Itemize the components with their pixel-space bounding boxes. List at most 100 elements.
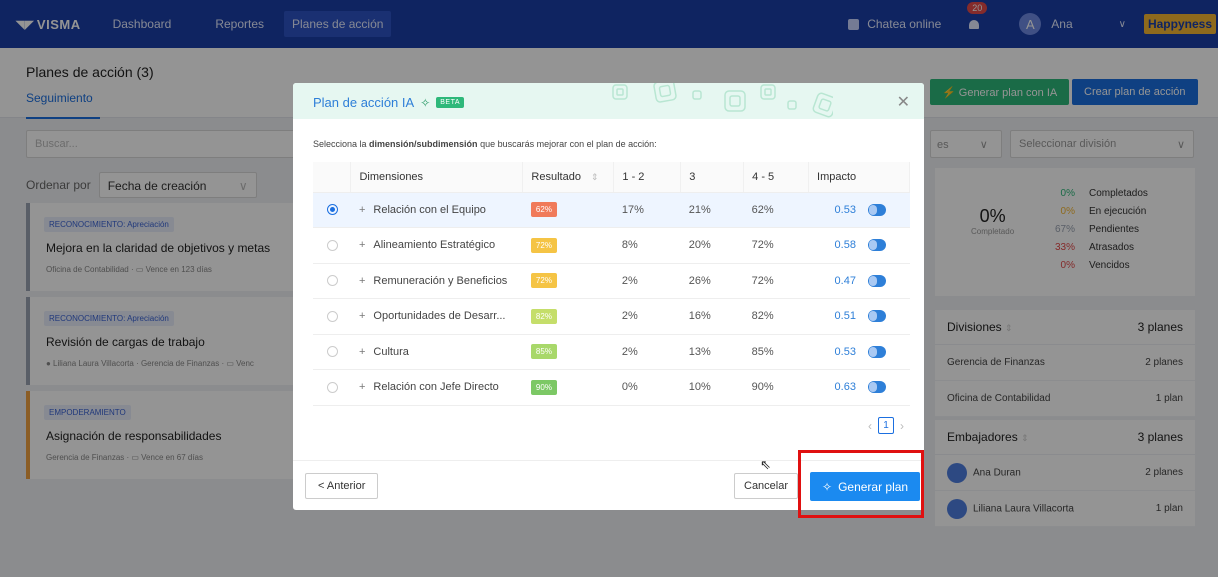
pct-4-5: 62% bbox=[743, 192, 809, 228]
impact-value: 0.51 bbox=[834, 310, 856, 323]
dimension-name: Oportunidades de Desarr... bbox=[373, 310, 506, 323]
impact-cell: 0.58 bbox=[808, 227, 910, 264]
expand-icon[interactable]: + bbox=[359, 204, 365, 216]
pct-3: 21% bbox=[680, 192, 744, 228]
modal-instruction: Selecciona la dimensión/subdimensión que… bbox=[313, 139, 657, 149]
result-cell: 82% bbox=[522, 298, 614, 335]
cancel-button[interactable]: Cancelar bbox=[734, 473, 799, 499]
impact-icon bbox=[867, 274, 886, 287]
result-badge: 85% bbox=[530, 344, 557, 360]
pct-1-2: 8% bbox=[613, 227, 681, 264]
dimension-cell: + Relación con Jefe Directo bbox=[350, 369, 523, 406]
sort-icon: ⇕ bbox=[590, 171, 599, 182]
expand-icon[interactable]: + bbox=[359, 346, 365, 358]
modal-title-text: Plan de acción IA bbox=[313, 95, 415, 110]
pct-3: 13% bbox=[680, 334, 744, 370]
dimensions-table: Dimensiones Resultado ⇕ 1 - 2 3 4 - 5 Imp… bbox=[313, 162, 910, 406]
column-header-resultado[interactable]: Resultado ⇕ bbox=[522, 162, 615, 193]
impact-cell: 0.53 bbox=[808, 192, 910, 228]
dimension-name: Cultura bbox=[373, 345, 409, 358]
ai-plan-modal: Plan de acción IA ✧ BETA ✕ Selecciona la… bbox=[293, 83, 924, 510]
dimension-cell: + Relación con el Equipo bbox=[350, 192, 523, 228]
dimension-cell: + Cultura bbox=[350, 334, 523, 370]
instruction-bold: dimensión/subdimensión bbox=[369, 139, 478, 149]
row-select-cell bbox=[313, 263, 351, 299]
impact-icon bbox=[867, 310, 886, 323]
dimension-cell: + Remuneración y Beneficios bbox=[350, 263, 523, 299]
highlight-box bbox=[798, 450, 924, 518]
expand-icon[interactable]: + bbox=[359, 310, 365, 322]
pct-1-2: 17% bbox=[613, 192, 681, 228]
impact-cell: 0.53 bbox=[808, 334, 910, 370]
dimension-name: Alineamiento Estratégico bbox=[373, 239, 496, 252]
impact-cell: 0.51 bbox=[808, 298, 910, 335]
result-cell: 72% bbox=[522, 263, 614, 299]
result-cell: 72% bbox=[522, 227, 614, 264]
table-row[interactable]: + Oportunidades de Desarr... 82% 2% 16% 82% 0.… bbox=[313, 298, 910, 335]
result-cell: 90% bbox=[522, 369, 614, 406]
column-header: 1 - 2 bbox=[613, 162, 682, 193]
impact-value: 0.47 bbox=[834, 274, 856, 287]
dimension-radio[interactable] bbox=[327, 310, 338, 322]
result-cell: 85% bbox=[522, 334, 614, 370]
pct-4-5: 72% bbox=[743, 263, 809, 299]
pct-4-5: 85% bbox=[743, 334, 809, 370]
impact-icon bbox=[867, 381, 886, 394]
table-row[interactable]: + Alineamiento Estratégico 72% 8% 20% 72% 0.58 bbox=[313, 227, 910, 264]
expand-icon[interactable]: + bbox=[359, 239, 365, 251]
table-row[interactable]: + Relación con Jefe Directo 90% 0% 10% 90% 0.6… bbox=[313, 369, 910, 406]
table-row[interactable]: + Relación con el Equipo 62% 17% 21% 62% 0.53 bbox=[313, 192, 910, 228]
result-badge: 72% bbox=[530, 237, 557, 253]
dimension-radio[interactable] bbox=[327, 381, 338, 393]
previous-button[interactable]: < Anterior bbox=[305, 473, 379, 499]
table-row[interactable]: + Cultura 85% 2% 13% 85% 0.53 bbox=[313, 334, 910, 370]
select-column-header bbox=[313, 162, 352, 193]
impact-value: 0.53 bbox=[834, 345, 856, 358]
next-page-icon[interactable]: › bbox=[900, 419, 904, 433]
magic-wand-icon: ✧ bbox=[420, 95, 431, 110]
pct-4-5: 90% bbox=[743, 369, 809, 406]
dimension-cell: + Oportunidades de Desarr... bbox=[350, 298, 523, 335]
dimension-radio[interactable] bbox=[327, 346, 338, 358]
row-select-cell bbox=[313, 334, 351, 370]
impact-icon bbox=[867, 345, 886, 358]
dimension-radio[interactable] bbox=[327, 239, 338, 251]
prev-page-icon[interactable]: ‹ bbox=[868, 419, 872, 433]
table-header-row: Dimensiones Resultado ⇕ 1 - 2 3 4 - 5 Imp… bbox=[313, 162, 910, 193]
impact-cell: 0.63 bbox=[808, 369, 910, 406]
row-select-cell bbox=[313, 192, 351, 228]
pct-1-2: 2% bbox=[613, 334, 681, 370]
dimension-radio[interactable] bbox=[327, 204, 338, 216]
beta-badge: BETA bbox=[436, 97, 465, 108]
pagination: ‹ 1 › bbox=[868, 417, 904, 434]
close-icon[interactable]: ✕ bbox=[897, 92, 910, 112]
column-header: 3 bbox=[680, 162, 745, 193]
result-badge: 62% bbox=[530, 202, 557, 218]
instruction-text: que buscarás mejorar con el plan de acci… bbox=[477, 139, 657, 149]
result-badge: 82% bbox=[530, 308, 557, 324]
impact-icon bbox=[867, 239, 886, 252]
row-select-cell bbox=[313, 227, 351, 264]
pct-1-2: 0% bbox=[613, 369, 681, 406]
pct-3: 20% bbox=[680, 227, 744, 264]
pct-1-2: 2% bbox=[613, 263, 681, 299]
pct-3: 16% bbox=[680, 298, 744, 335]
modal-title: Plan de acción IA ✧ BETA bbox=[313, 95, 465, 110]
column-header: Impacto bbox=[808, 162, 910, 193]
result-badge: 72% bbox=[530, 273, 557, 289]
row-select-cell bbox=[313, 369, 351, 406]
result-cell: 62% bbox=[522, 192, 614, 228]
dimension-name: Relación con el Equipo bbox=[373, 203, 486, 216]
dimension-cell: + Alineamiento Estratégico bbox=[350, 227, 523, 264]
pct-3: 10% bbox=[680, 369, 744, 406]
expand-icon[interactable]: + bbox=[359, 275, 365, 287]
row-select-cell bbox=[313, 298, 351, 335]
pct-4-5: 72% bbox=[743, 227, 809, 264]
expand-icon[interactable]: + bbox=[359, 381, 365, 393]
page-number[interactable]: 1 bbox=[878, 417, 894, 434]
dimension-radio[interactable] bbox=[327, 275, 338, 287]
table-row[interactable]: + Remuneración y Beneficios 72% 2% 26% 72% 0.4… bbox=[313, 263, 910, 299]
mouse-cursor-icon: ⇖ bbox=[760, 457, 771, 472]
impact-icon bbox=[867, 203, 886, 216]
modal-header: Plan de acción IA ✧ BETA ✕ bbox=[293, 83, 924, 119]
